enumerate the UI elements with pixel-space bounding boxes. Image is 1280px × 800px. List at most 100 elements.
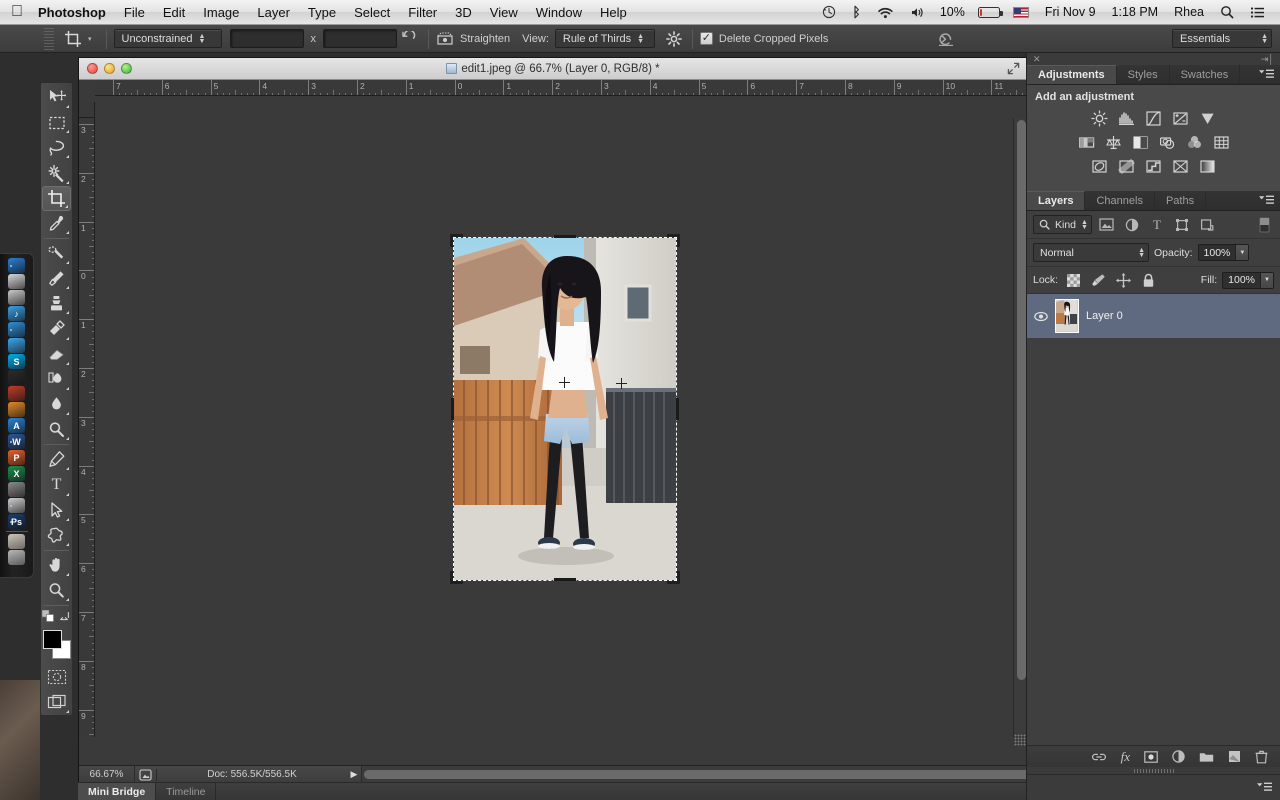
opacity-field[interactable]: 100% ▼ [1197,244,1250,261]
zoom-tool[interactable] [42,578,71,603]
invert-icon[interactable] [1091,157,1109,175]
delete-cropped-pixels-checkbox[interactable]: ✓ [699,32,713,45]
tab-layers[interactable]: Layers [1027,191,1086,210]
crop-ratio-select[interactable]: Unconstrained ▲ ▼ [113,29,222,48]
vertical-scroll-thumb[interactable] [1017,120,1026,680]
dock-item-launchpad[interactable] [8,290,25,305]
layer-thumbnail[interactable] [1055,299,1079,333]
new-group-icon[interactable] [1199,751,1214,763]
threshold-icon[interactable] [1145,157,1163,175]
collapse-panels-icon[interactable]: ⇥│ [1261,54,1274,65]
dock-item-system-preferences[interactable] [8,482,25,497]
vibrance-icon[interactable] [1199,109,1217,127]
dock-item-recent-app[interactable] [8,534,25,549]
quick-mask-icon[interactable] [42,665,71,690]
gradient-map-icon[interactable] [1199,157,1217,175]
chevron-down-icon[interactable]: ▼ [1260,272,1273,288]
layer-filter-kind-select[interactable]: Kind ▲ ▼ [1033,215,1092,234]
crop-handle-top-center[interactable] [554,235,576,238]
lock-transparency-icon[interactable] [1063,271,1083,289]
dock-item-finder[interactable] [8,258,25,273]
levels-icon[interactable] [1118,109,1136,127]
spot-healing-brush-tool[interactable] [42,241,71,266]
horizontal-scrollbar[interactable] [361,765,1164,784]
new-adjustment-layer-icon[interactable] [1172,750,1185,763]
menu-3d[interactable]: 3D [446,0,481,25]
foreground-color-swatch[interactable] [42,629,62,649]
crop-overlay-view-select[interactable]: Rule of Thirds ▲ ▼ [554,29,655,48]
crop-reference-point[interactable] [616,378,627,389]
lock-image-icon[interactable] [1088,271,1108,289]
dock-item-microsoft-word[interactable]: W [8,434,25,449]
dock-item-microsoft-excel[interactable]: X [8,466,25,481]
link-layers-icon[interactable] [1091,751,1107,763]
filter-adjustment-icon[interactable] [1122,216,1142,234]
tab-paths[interactable]: Paths [1155,191,1207,210]
filter-pixel-icon[interactable] [1097,216,1117,234]
lock-all-icon[interactable] [1138,271,1158,289]
tab-styles[interactable]: Styles [1117,65,1170,84]
expand-icon[interactable] [1007,62,1020,75]
magic-wand-tool[interactable] [42,160,71,185]
menu-file[interactable]: File [115,0,154,25]
layer-visibility-eye-icon[interactable] [1033,311,1048,322]
dock-item-adobe-acrobat[interactable]: P [8,450,25,465]
dock-item-facetime[interactable] [8,370,25,385]
dock-item-iphoto[interactable] [8,386,25,401]
workspace-select[interactable]: Essentials ▲ ▼ [1172,29,1272,48]
menu-filter[interactable]: Filter [399,0,446,25]
pen-tool[interactable] [42,447,71,472]
battery-icon[interactable] [974,6,1004,18]
screen-mode-icon[interactable] [42,690,71,715]
brightness-contrast-icon[interactable] [1091,109,1109,127]
menu-user-name[interactable]: Rhea [1167,0,1211,25]
gradient-tool[interactable] [42,367,71,392]
panel-menu-icon[interactable] [1257,782,1272,793]
time-machine-icon[interactable] [815,5,843,19]
menu-window[interactable]: Window [527,0,591,25]
crop-tool[interactable] [42,185,71,211]
menu-type[interactable]: Type [299,0,345,25]
swap-colors-icon[interactable] [58,610,71,623]
menu-layer[interactable]: Layer [248,0,299,25]
dodge-tool[interactable] [42,417,71,442]
menu-view[interactable]: View [481,0,527,25]
dock-item-app-store[interactable]: A [8,418,25,433]
crop-width-input[interactable] [229,29,304,48]
canvas-area[interactable] [95,96,1027,765]
search-icon[interactable] [1213,5,1241,19]
dock-item-photoshop[interactable]: Ps [8,514,25,529]
reset-icon[interactable] [936,30,956,48]
us-flag-icon[interactable] [1006,6,1036,18]
crop-height-input[interactable] [323,29,398,48]
zoom-level-field[interactable]: 66.67% [79,765,135,784]
chevron-down-icon[interactable]: ▼ [1235,245,1249,260]
brush-tool[interactable] [42,266,71,291]
menu-photoshop[interactable]: Photoshop [29,0,115,25]
history-brush-tool[interactable] [42,316,71,341]
color-swatches[interactable] [42,629,72,659]
new-layer-icon[interactable] [1228,750,1241,763]
vertical-scrollbar[interactable] [1013,118,1027,737]
window-resize-grip[interactable] [1014,734,1026,746]
notification-center-icon[interactable] [1243,6,1272,19]
crop-tool-icon[interactable] [60,28,86,50]
layer-row-layer-0[interactable]: Layer 0 [1027,294,1280,338]
crop-handle-bottom-left[interactable] [450,571,463,584]
tool-preset-chevron-down-icon[interactable]: ▾ [86,35,99,43]
clone-stamp-tool[interactable] [42,291,71,316]
dock-item-safari[interactable] [8,322,25,337]
rectangular-marquee-tool[interactable] [42,110,71,135]
status-expand-arrow-icon[interactable]: ▶ [347,769,361,780]
volume-icon[interactable] [903,6,931,19]
tab-channels[interactable]: Channels [1085,191,1155,210]
custom-shape-tool[interactable] [42,523,71,548]
menu-help[interactable]: Help [591,0,636,25]
hue-saturation-icon[interactable] [1077,133,1095,151]
document-title-bar[interactable]: edit1.jpeg @ 66.7% (Layer 0, RGB/8) * [79,58,1027,80]
channel-mixer-icon[interactable] [1185,133,1203,151]
dock-item-preview[interactable] [8,402,25,417]
crop-handle-middle-left[interactable] [451,398,454,420]
menu-select[interactable]: Select [345,0,399,25]
blur-tool[interactable] [42,392,71,417]
